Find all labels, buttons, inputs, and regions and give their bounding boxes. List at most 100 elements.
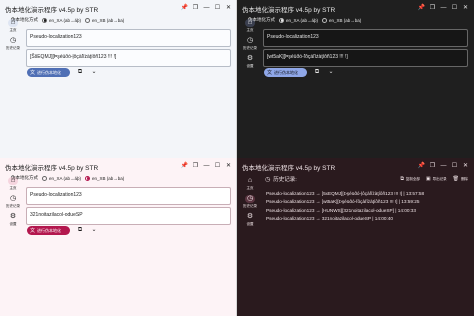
list-item[interactable]: Pseudo-localization123 → 321noitazilacol…: [266, 215, 471, 223]
window-title: 伪本地化演示程序 v4.5p by STR: [242, 7, 336, 14]
pin-button[interactable]: 📌: [179, 3, 190, 13]
nav-history[interactable]: ◷ 历史记录: [2, 194, 24, 212]
input-field[interactable]: Pseudo-localization123: [263, 29, 468, 47]
nav-settings[interactable]: ⚙ 设置: [239, 54, 261, 72]
window-controls: 📌 ❐ — ☐ ✕: [179, 3, 234, 13]
copy-button[interactable]: ⧉: [76, 68, 84, 77]
nav-settings[interactable]: ⚙ 设置: [2, 212, 24, 230]
nav-history-label: 历史记录: [6, 46, 20, 50]
option-en-xa-label: en_XA (ab→áþ): [49, 17, 82, 23]
output-field[interactable]: 321noitazilacol-odueSP: [26, 207, 231, 225]
mode-label: 伪本地化方式: [11, 175, 38, 180]
action-row: 文 进行伪本地化 ⧉ ⌄: [27, 68, 98, 77]
nav-history[interactable]: ◷ 历史记录: [239, 36, 261, 54]
radio-en-xa[interactable]: [42, 17, 47, 23]
maximize-button[interactable]: ☐: [449, 161, 460, 171]
nav-home-label: 主页: [246, 186, 254, 190]
restore-button[interactable]: ❐: [427, 161, 438, 171]
nav-history[interactable]: ◷ 历史记录: [239, 194, 261, 212]
more-button[interactable]: ⌄: [90, 68, 98, 77]
list-item[interactable]: Pseudo-localization123 → [5xEQMJ][Þşéüðó…: [266, 190, 471, 198]
more-button[interactable]: ⌄: [327, 68, 335, 77]
window-controls: 📌 ❐ — ☐ ✕: [179, 161, 234, 171]
app-window-light-blue: 伪本地化演示程序 v4.5p by STR 📌 ❐ — ☐ ✕ ⌂ 主页 ◷ 历…: [0, 0, 237, 158]
nav-settings-label: 设置: [9, 222, 17, 226]
minimize-button[interactable]: —: [201, 3, 212, 13]
home-icon: ⌂: [247, 177, 253, 184]
maximize-button[interactable]: ☐: [449, 3, 460, 13]
copy-all-label: 复制全部: [405, 176, 420, 181]
minimize-button[interactable]: —: [201, 161, 212, 171]
minimize-button[interactable]: —: [438, 3, 449, 13]
input-field[interactable]: Pseudo-localization123: [26, 187, 231, 205]
radio-en-xb[interactable]: [85, 175, 91, 181]
gear-icon: ⚙: [246, 55, 254, 62]
list-item[interactable]: Pseudo-localization123 → [wt5aK][Þşéüðó-…: [266, 198, 471, 206]
option-en-xa-label: en_XA (ab→áþ): [49, 175, 82, 181]
gear-icon: ⚙: [246, 213, 254, 220]
history-icon: ◷: [265, 176, 271, 183]
trash-icon: 🗑: [452, 176, 459, 182]
sidebar: ⌂ 主页 ◷ 历史记录 ⚙ 设置: [237, 16, 263, 158]
maximize-button[interactable]: ☐: [212, 161, 223, 171]
option-en-xb-label: en_XB (ab→ba): [329, 17, 362, 23]
nav-settings-label: 设置: [246, 64, 254, 68]
gear-icon: ⚙: [9, 213, 17, 220]
maximize-button[interactable]: ☐: [212, 3, 223, 13]
title-bar: 伪本地化演示程序 v4.5p by STR 📌 ❐ — ☐ ✕: [0, 158, 237, 174]
restore-button[interactable]: ❐: [190, 3, 201, 13]
output-field[interactable]: [wt5aK][Þşéüðó-ľôçáľíżàţíôñ123 !!! !]: [263, 49, 468, 67]
pseudo-localize-label: 进行伪本地化: [274, 69, 299, 75]
option-en-xb-label: en_XB (ab→ba): [92, 17, 125, 23]
pseudo-localize-button[interactable]: 文 进行伪本地化: [27, 68, 70, 77]
pseudo-localize-button[interactable]: 文 进行伪本地化: [264, 68, 307, 77]
nav-history[interactable]: ◷ 历史记录: [2, 36, 24, 54]
nav-home-label: 主页: [246, 28, 254, 32]
close-button[interactable]: ✕: [460, 161, 471, 171]
radio-en-xb[interactable]: [85, 17, 91, 23]
sidebar: ⌂ 主页 ◷ 历史记录 ⚙ 设置: [0, 174, 26, 316]
copy-icon: ⧉: [400, 176, 404, 182]
close-button[interactable]: ✕: [223, 3, 234, 13]
window-controls: 📌 ❐ — ☐ ✕: [416, 161, 471, 171]
nav-settings-label: 设置: [246, 222, 254, 226]
close-button[interactable]: ✕: [460, 3, 471, 13]
window-controls: 📌 ❐ — ☐ ✕: [416, 3, 471, 13]
input-field[interactable]: Pseudo-localization123: [26, 29, 231, 47]
more-button[interactable]: ⌄: [90, 226, 98, 235]
restore-button[interactable]: ❐: [190, 161, 201, 171]
option-en-xa-label: en_XA (ab→áþ): [286, 17, 319, 23]
sidebar: ⌂ 主页 ◷ 历史记录: [0, 16, 26, 158]
pseudo-localize-label: 进行伪本地化: [37, 227, 62, 233]
history-list: Pseudo-localization123 → [5xEQMJ][Þşéüðó…: [266, 190, 471, 223]
copy-button[interactable]: ⧉: [313, 68, 321, 77]
pin-button[interactable]: 📌: [179, 161, 190, 171]
list-item[interactable]: Pseudo-localization123 → [HUNWS][321noit…: [266, 207, 471, 215]
copy-button[interactable]: ⧉: [76, 226, 84, 235]
pin-button[interactable]: 📌: [416, 161, 427, 171]
history-icon: ◷: [245, 195, 255, 203]
restore-button[interactable]: ❐: [427, 3, 438, 13]
output-field[interactable]: [ŠšEQMJ][Þşéüðó-ļôçàľíżàţíôñ123 !!! !]: [26, 49, 231, 67]
app-window-dark: 伪本地化演示程序 v4.5p by STR 📌 ❐ — ☐ ✕ ⌂ 主页 ◷ 历…: [237, 0, 474, 158]
pseudo-localize-button[interactable]: 文 进行伪本地化: [27, 226, 70, 235]
translate-icon: 文: [30, 228, 36, 234]
clear-label: 删除: [461, 176, 468, 181]
window-title: 伪本地化演示程序 v4.5p by STR: [5, 7, 99, 14]
clear-button[interactable]: 🗑 删除: [453, 176, 468, 182]
app-window-light-pink: 伪本地化演示程序 v4.5p by STR 📌 ❐ — ☐ ✕ ⌂ 主页 ◷ 历…: [0, 158, 237, 316]
nav-history-label: 历史记录: [6, 204, 20, 208]
minimize-button[interactable]: —: [438, 161, 449, 171]
history-icon: ◷: [9, 195, 17, 202]
option-en-xb-label: en_XB (ab→ba): [92, 175, 125, 181]
radio-en-xa[interactable]: [279, 17, 284, 23]
copy-all-button[interactable]: ⧉ 复制全部: [400, 176, 420, 182]
window-title: 伪本地化演示程序 v4.5p by STR: [242, 165, 336, 172]
pin-button[interactable]: 📌: [416, 3, 427, 13]
nav-settings[interactable]: ⚙ 设置: [239, 212, 261, 230]
radio-en-xb[interactable]: [322, 17, 328, 23]
nav-home[interactable]: ⌂ 主页: [239, 176, 261, 194]
radio-en-xa[interactable]: [42, 175, 47, 181]
export-button[interactable]: ▣ 导出记录: [426, 176, 447, 182]
close-button[interactable]: ✕: [223, 161, 234, 171]
